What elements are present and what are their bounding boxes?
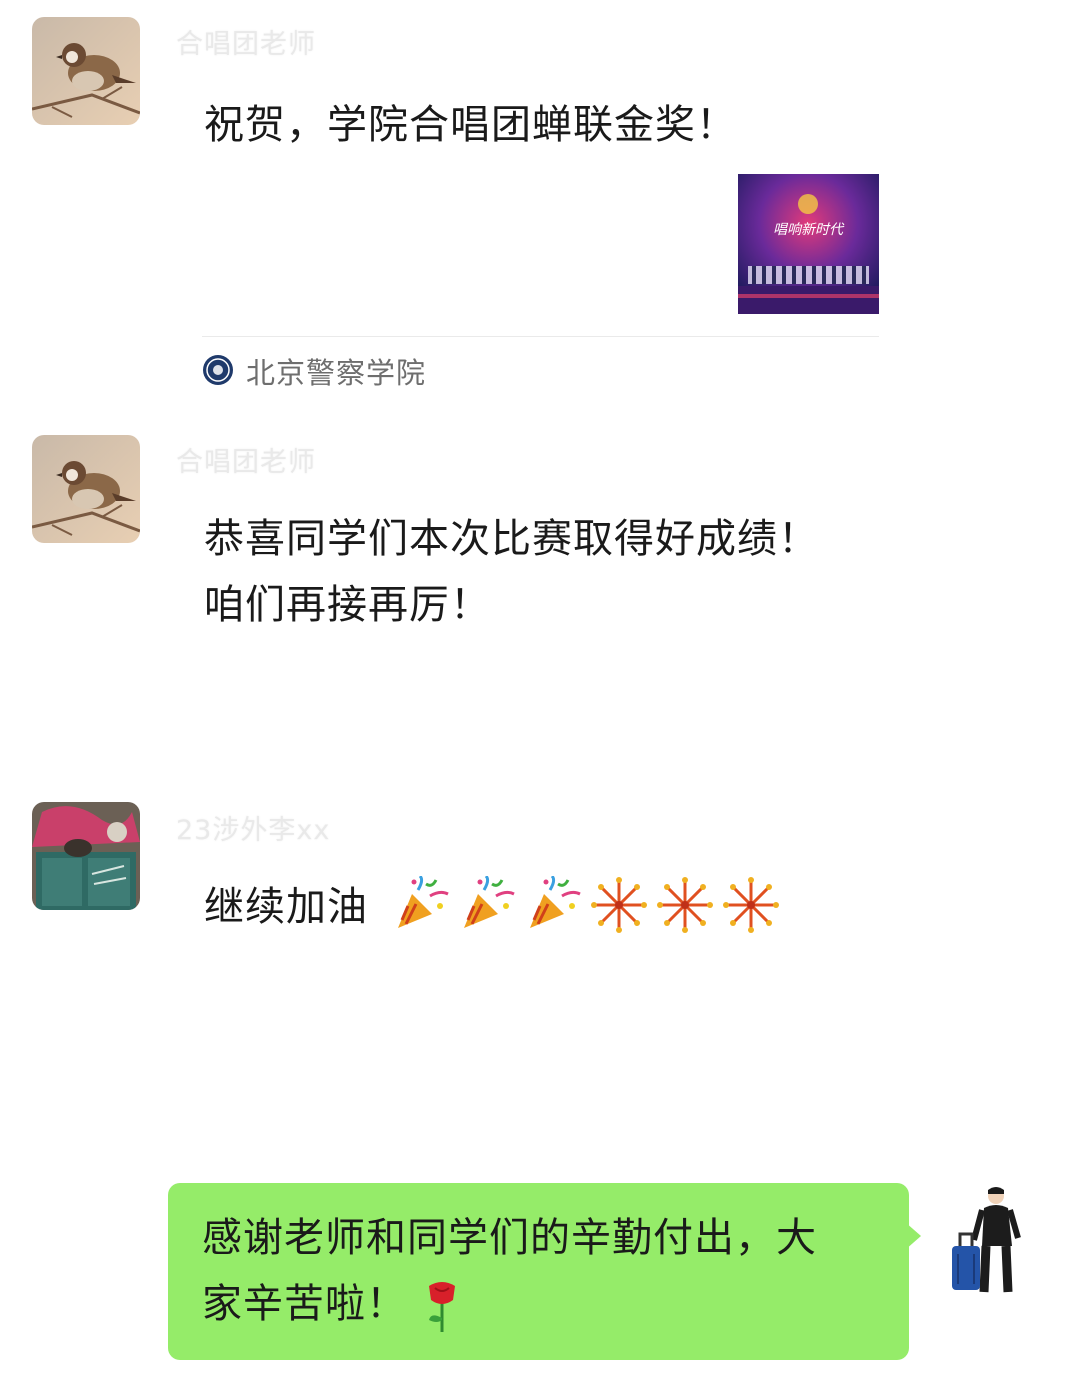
link-card-divider: [202, 336, 879, 337]
sparrow-avatar-icon: [32, 17, 140, 125]
party-popper-icon: [398, 874, 449, 928]
self-avatar[interactable]: [948, 1184, 1028, 1296]
sender-name: 合唱团老师: [176, 29, 316, 60]
sender-avatar[interactable]: [32, 435, 140, 543]
sender-name: 合唱团老师: [176, 447, 316, 478]
message-line: 感谢老师和同学们的辛勤付出，大: [202, 1215, 817, 1261]
message-line-with-emoji: 家辛苦啦！: [202, 1271, 892, 1337]
self-bubble-tail: [905, 1222, 921, 1250]
sender-avatar[interactable]: [32, 17, 140, 125]
message-line: 咱们再接再厉！: [204, 582, 491, 628]
police-college-logo-icon: [203, 355, 233, 385]
sender-name: 23涉外李xx: [176, 815, 331, 846]
message-text[interactable]: 恭喜同学们本次比赛取得好成绩！ 咱们再接再厉！: [204, 506, 819, 638]
party-popper-icon: [464, 874, 515, 928]
fireworks-icon: [591, 877, 648, 933]
sender-avatar[interactable]: [32, 802, 140, 910]
link-source-name[interactable]: 北京警察学院: [246, 350, 426, 392]
message-text[interactable]: 继续加油: [204, 874, 368, 940]
self-message-bubble[interactable]: 感谢老师和同学们的辛勤付出，大 家辛苦啦！: [168, 1183, 909, 1360]
stage-photo-image: 唱响新时代: [738, 174, 879, 314]
sparrow-avatar-icon: [32, 435, 140, 543]
message-line: 恭喜同学们本次比赛取得好成绩！: [204, 516, 819, 562]
fireworks-icon: [723, 877, 780, 933]
party-popper-icon: [530, 874, 581, 928]
emoji-row: [392, 874, 783, 936]
thumbnail-caption: 唱响新时代: [773, 222, 845, 238]
fireworks-icon: [657, 877, 714, 933]
link-card-thumbnail[interactable]: 唱响新时代: [738, 174, 879, 314]
rose-icon: [429, 1282, 455, 1332]
book-cat-avatar-icon: [32, 802, 140, 910]
message-text[interactable]: 祝贺，学院合唱团蝉联金奖！: [204, 92, 737, 158]
self-message-text: 感谢老师和同学们的辛勤付出，大 家辛苦啦！: [202, 1205, 892, 1337]
message-line: 家辛苦啦！: [202, 1281, 407, 1327]
